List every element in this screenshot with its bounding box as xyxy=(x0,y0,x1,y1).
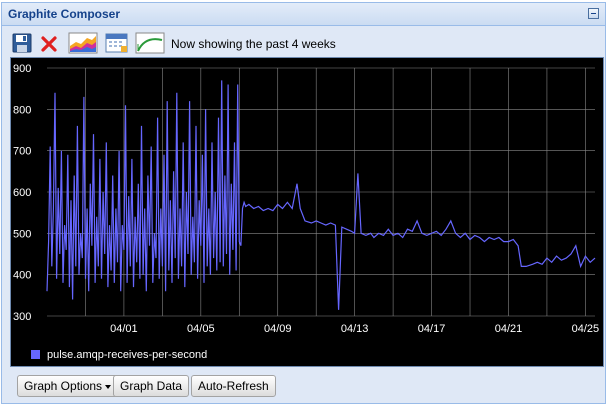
x-tick-label: 04/21 xyxy=(495,323,523,335)
y-tick-label: 400 xyxy=(13,270,31,282)
y-tick-label: 800 xyxy=(13,104,31,116)
graph-panel: 300 400 500 600 700 800 900 04/01 04/05 04/09 04/1… xyxy=(10,57,604,367)
auto-refresh-button[interactable]: Auto-Refresh xyxy=(191,375,276,397)
toolbar: Now showing the past 4 weeks xyxy=(6,29,601,57)
legend-swatch xyxy=(31,350,40,359)
composer-window: Graphite Composer Now showing the past 4… xyxy=(1,2,606,404)
legend-label: pulse.amqp-receives-per-second xyxy=(47,349,207,361)
x-tick-label: 04/09 xyxy=(264,323,292,335)
y-tick-label: 900 xyxy=(13,63,31,75)
button-bar: Graph Options Graph Data Auto-Refresh xyxy=(2,369,605,401)
series-line xyxy=(46,80,596,310)
calendar-icon[interactable] xyxy=(104,32,130,54)
graph-options-button[interactable]: Graph Options xyxy=(17,375,119,397)
collapse-icon[interactable] xyxy=(588,8,599,19)
x-tick-label: 04/25 xyxy=(572,323,600,335)
graph-options-icon[interactable] xyxy=(68,32,98,54)
x-tick-label: 04/13 xyxy=(341,323,369,335)
y-tick-label: 300 xyxy=(13,311,31,323)
window-titlebar: Graphite Composer xyxy=(2,3,605,26)
y-tick-label: 500 xyxy=(13,228,31,240)
chevron-down-icon xyxy=(105,384,112,389)
delete-icon[interactable] xyxy=(39,32,59,54)
x-tick-label: 04/17 xyxy=(418,323,446,335)
graph-data-button[interactable]: Graph Data xyxy=(113,375,190,397)
graph-chart: 300 400 500 600 700 800 900 04/01 04/05 04/09 04/1… xyxy=(13,63,600,361)
window-title: Graphite Composer xyxy=(8,7,121,21)
graph-options-button-label: Graph Options xyxy=(24,379,103,393)
time-range-status: Now showing the past 4 weeks xyxy=(171,37,336,51)
recent-range-icon[interactable] xyxy=(135,32,165,54)
x-tick-label: 04/01 xyxy=(110,323,138,335)
save-icon[interactable] xyxy=(11,32,33,54)
y-tick-label: 700 xyxy=(13,146,31,158)
y-tick-label: 600 xyxy=(13,187,31,199)
x-tick-label: 04/05 xyxy=(187,323,215,335)
